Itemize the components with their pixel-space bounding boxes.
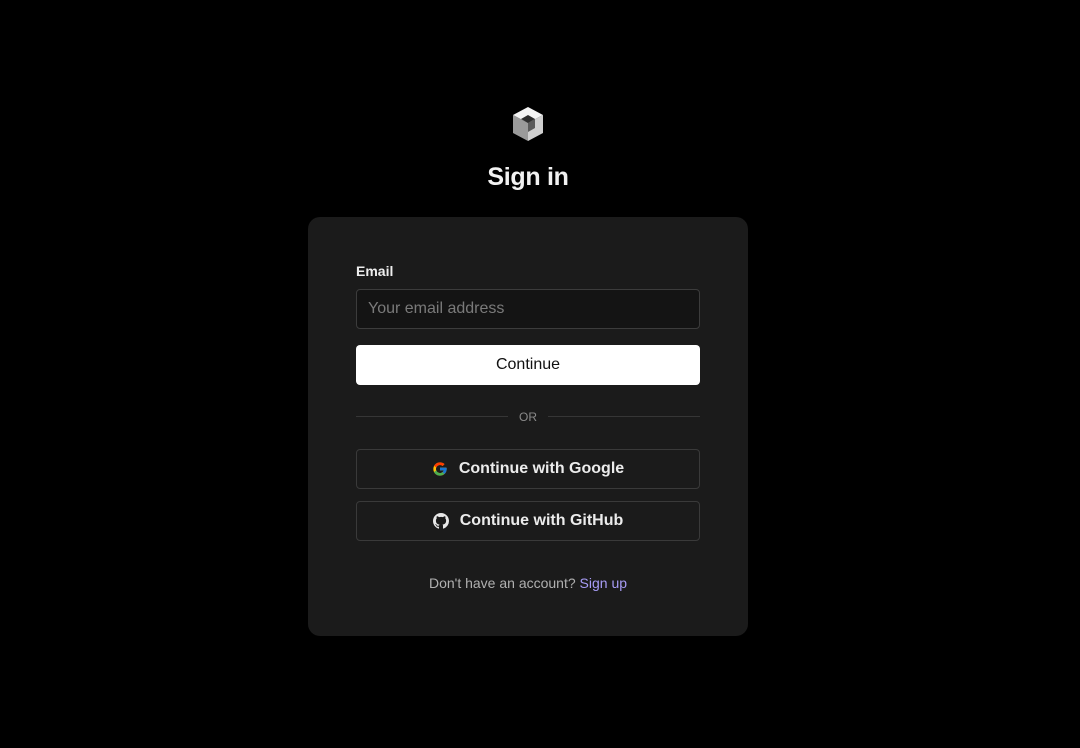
email-label: Email — [356, 263, 394, 279]
github-icon — [432, 513, 449, 529]
continue-with-google-button[interactable]: Continue with Google — [356, 449, 700, 489]
sign-in-card: Email Continue OR Continue with Google — [308, 217, 748, 636]
github-button-label: Continue with GitHub — [459, 512, 624, 529]
or-divider: OR — [356, 406, 700, 428]
continue-with-github-button[interactable]: Continue with GitHub — [356, 501, 700, 541]
divider-text: OR — [519, 410, 537, 424]
continue-button[interactable]: Continue — [356, 345, 700, 385]
page-title: Sign in — [487, 163, 569, 191]
sign-in-page: Sign in Email Continue OR Continue with … — [0, 0, 1080, 748]
google-icon — [432, 461, 448, 477]
sign-up-link[interactable]: Sign up — [580, 575, 627, 591]
email-input[interactable] — [356, 289, 700, 329]
divider-line-right — [548, 416, 700, 417]
signup-prompt-text: Don't have an account? — [428, 575, 576, 591]
signup-prompt: Don't have an account? Sign up — [308, 574, 748, 592]
divider-line-left — [356, 416, 508, 417]
google-button-label: Continue with Google — [458, 460, 625, 477]
cube-logo-icon — [513, 107, 543, 141]
